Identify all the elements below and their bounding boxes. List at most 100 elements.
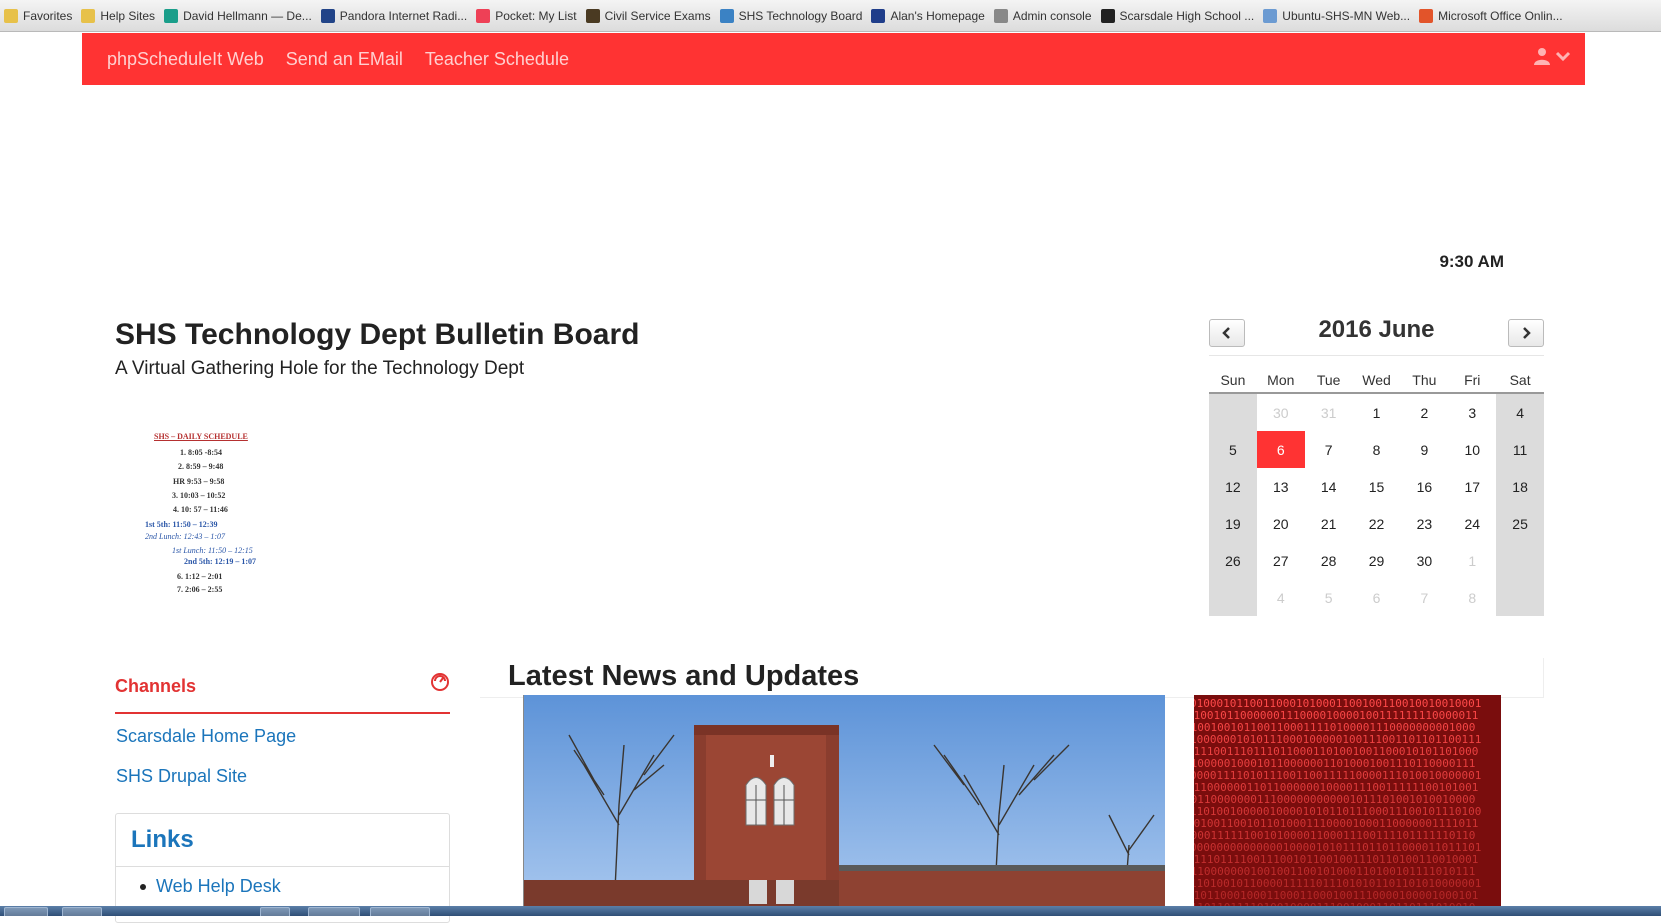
calendar-day[interactable]: 30 (1257, 394, 1305, 431)
calendar-day[interactable]: 30 (1400, 542, 1448, 579)
calendar-day[interactable]: 28 (1305, 542, 1353, 579)
star-folder-icon (4, 8, 18, 23)
calendar-header: 2016 June (1209, 316, 1544, 356)
calendar-day[interactable]: 3 (1448, 394, 1496, 431)
taskbar-item[interactable] (260, 907, 290, 916)
favorite-item[interactable]: Civil Service Exams (585, 8, 711, 23)
calendar-day[interactable]: 18 (1496, 468, 1545, 505)
calendar-day[interactable]: 25 (1496, 505, 1545, 542)
calendar-week-row: 26 27 28 29 30 1 (1209, 542, 1545, 579)
channels-title: Channels (115, 676, 197, 696)
calendar-day[interactable]: 24 (1448, 505, 1496, 542)
calendar-day[interactable]: 19 (1209, 505, 1257, 542)
link-web-help-desk[interactable]: Web Help Desk (156, 876, 281, 897)
calendar-day[interactable]: 23 (1400, 505, 1448, 542)
calendar-day[interactable]: 27 (1257, 542, 1305, 579)
page-title: SHS Technology Dept Bulletin Board (115, 318, 640, 351)
favorite-item[interactable]: Microsoft Office Onlin... (1419, 8, 1563, 23)
nav-send-email[interactable]: Send an EMail (286, 49, 403, 70)
nav-teacher-schedule[interactable]: Teacher Schedule (425, 49, 569, 70)
calendar-day[interactable]: 7 (1400, 579, 1448, 616)
calendar-day (1209, 394, 1257, 431)
calendar-day-today[interactable]: 6 (1256, 431, 1305, 468)
calendar-day[interactable]: 9 (1400, 431, 1448, 468)
calendar-day[interactable]: 5 (1209, 431, 1257, 468)
favorite-item[interactable]: David Hellmann — De... (164, 8, 312, 23)
calendar-day[interactable]: 5 (1305, 579, 1353, 616)
calendar-day[interactable]: 7 (1305, 431, 1353, 468)
links-title: Links (131, 826, 194, 853)
taskbar-item[interactable] (308, 907, 360, 916)
calendar-day[interactable]: 31 (1305, 394, 1353, 431)
news-image-school-building[interactable] (523, 695, 1165, 911)
globe-icon (719, 8, 734, 23)
calendar-day[interactable]: 26 (1209, 542, 1257, 579)
weekday-label: Thu (1412, 372, 1437, 388)
calendar-widget: 2016 June Sun Mon Tue Wed Thu Fri Sat 30 31 1 2 3 4… (1209, 316, 1545, 616)
calendar-day[interactable]: 1 (1353, 394, 1401, 431)
favorite-label: Pocket: My List (495, 8, 577, 23)
favorite-item[interactable]: Pandora Internet Radi... (320, 8, 467, 23)
schedule-heading: SHS – DAILY SCHEDULE (154, 432, 248, 441)
calendar-day[interactable]: 17 (1448, 468, 1496, 505)
favorite-item[interactable]: Scarsdale High School ... (1100, 8, 1255, 23)
chevron-right-icon (1523, 327, 1531, 339)
favorite-item[interactable]: Alan's Homepage (871, 8, 985, 23)
calendar-month-label: 2016 June (1318, 316, 1435, 343)
schedule-line: 1st 5th: 11:50 – 12:39 (145, 520, 218, 529)
calendar-day[interactable]: 22 (1353, 505, 1401, 542)
calendar-day[interactable]: 21 (1305, 505, 1353, 542)
calendar-week-row: 45678 (1209, 579, 1545, 616)
calendar-day[interactable]: 4 (1496, 394, 1545, 431)
calendar-day[interactable]: 8 (1353, 431, 1401, 468)
calendar-day[interactable]: 12 (1209, 468, 1257, 505)
calendar-day[interactable]: 15 (1353, 468, 1401, 505)
calendar-day[interactable]: 2 (1400, 394, 1448, 431)
calendar-weekday-row: Sun Mon Tue Wed Thu Fri Sat (1209, 372, 1544, 394)
favorite-item[interactable]: Admin console (993, 8, 1092, 23)
favorite-item[interactable]: SHS Technology Board (719, 8, 862, 23)
schedule-line: 3. 10:03 – 10:52 (172, 491, 226, 500)
news-image-binary-code[interactable]: 0100010110011000101000110010011001001001… (1194, 695, 1501, 911)
calendar-day[interactable]: 6 (1353, 579, 1401, 616)
favorite-item[interactable]: Help Sites (81, 8, 156, 23)
start-button[interactable] (4, 907, 48, 916)
calendar-day[interactable]: 14 (1305, 468, 1353, 505)
favorite-item[interactable]: Favorites (4, 8, 72, 23)
weekday-label: Sat (1509, 372, 1531, 388)
calendar-day[interactable]: 20 (1257, 505, 1305, 542)
taskbar-item[interactable] (370, 907, 430, 916)
calendar-day (1496, 579, 1545, 616)
calendar-day[interactable]: 29 (1353, 542, 1401, 579)
user-icon (1534, 48, 1550, 65)
calendar-grid: Sun Mon Tue Wed Thu Fri Sat 30 31 1 2 3 4 5 6 7 8 9 10 11 1… (1209, 372, 1545, 616)
blackboard-icon (1100, 8, 1115, 23)
favorite-label: Ubuntu-SHS-MN Web... (1282, 8, 1411, 23)
chevron-down-icon (1555, 51, 1571, 62)
calendar-day[interactable]: 16 (1400, 468, 1448, 505)
calendar-day[interactable]: 10 (1448, 431, 1496, 468)
favorite-label: Scarsdale High School ... (1119, 8, 1255, 23)
taskbar-item[interactable] (62, 907, 102, 916)
schedule-line: 7. 2:06 – 2:55 (177, 585, 223, 594)
calendar-next-button[interactable] (1508, 319, 1544, 347)
calendar-day[interactable]: 4 (1257, 579, 1305, 616)
favorite-label: David Hellmann — De... (183, 8, 312, 23)
favorite-label: Alan's Homepage (890, 8, 985, 23)
channel-link-shs-drupal[interactable]: SHS Drupal Site (116, 766, 247, 787)
calendar-day[interactable]: 8 (1448, 579, 1496, 616)
favorite-label: Help Sites (100, 8, 156, 23)
user-menu-button[interactable] (1533, 47, 1571, 65)
favorite-item[interactable]: Pocket: My List (476, 8, 577, 23)
calendar-day[interactable]: 11 (1496, 431, 1545, 468)
calendar-week-row: 19 20 21 22 23 24 25 (1209, 505, 1545, 542)
channel-link-scarsdale-home[interactable]: Scarsdale Home Page (116, 726, 296, 747)
daily-schedule-image: SHS – DAILY SCHEDULE 1. 8:05 -8:54 2. 8:… (140, 430, 280, 610)
calendar-day[interactable]: 13 (1257, 468, 1305, 505)
schedule-line: 6. 1:12 – 2:01 (177, 572, 223, 581)
dashboard-icon[interactable] (430, 672, 450, 692)
nav-phpscheduleit[interactable]: phpScheduleIt Web (107, 49, 264, 70)
favorite-item[interactable]: Ubuntu-SHS-MN Web... (1263, 8, 1411, 23)
calendar-week-row: 30 31 1 2 3 4 (1209, 394, 1545, 431)
calendar-day[interactable]: 1 (1448, 542, 1496, 579)
